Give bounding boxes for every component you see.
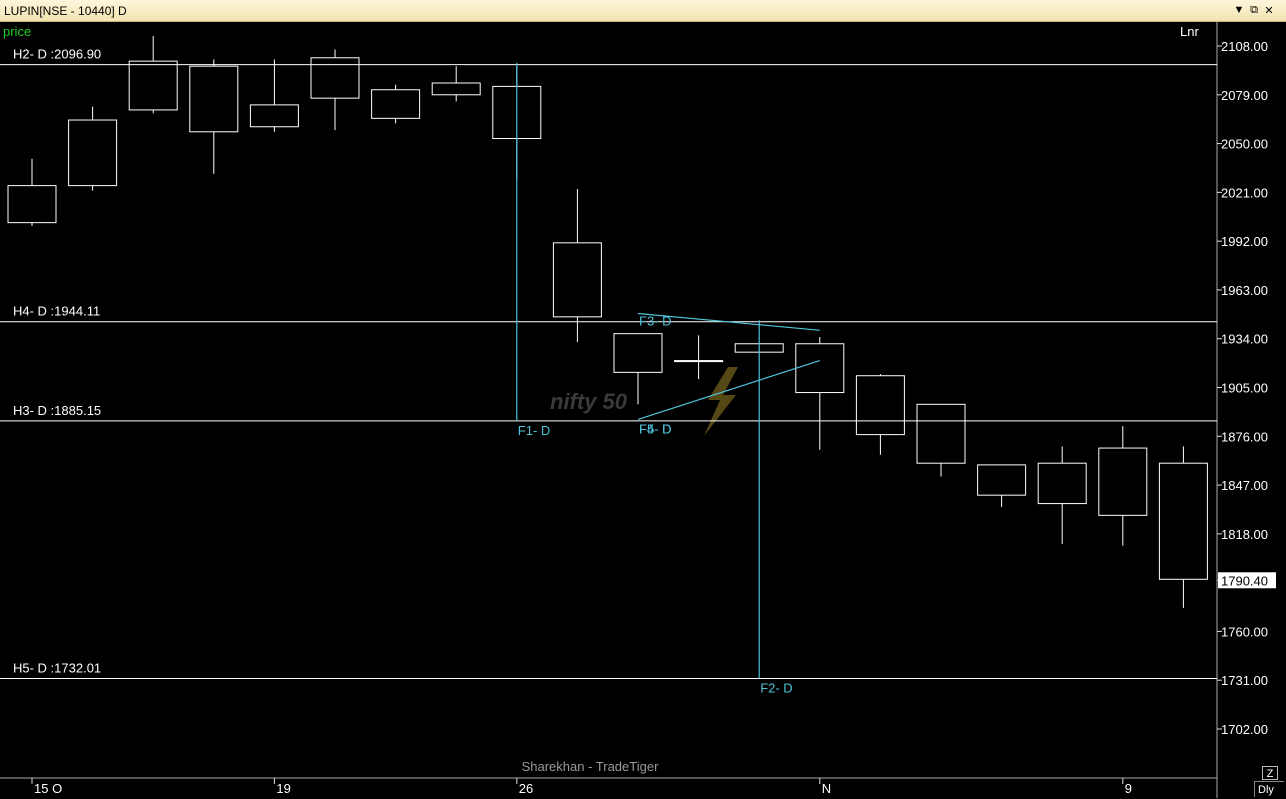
candle-body bbox=[855, 375, 905, 436]
y-tick-label: 1790.40 bbox=[1221, 573, 1268, 588]
y-tick-label: 1847.00 bbox=[1221, 478, 1268, 493]
horizontal-level-label: H2- D :2096.90 bbox=[13, 47, 101, 62]
series-label: price bbox=[3, 24, 32, 39]
window-title: LUPIN[NSE - 10440] D bbox=[4, 4, 127, 18]
y-tick-label: 1702.00 bbox=[1221, 722, 1268, 737]
lightning-icon bbox=[704, 367, 738, 436]
candle-body bbox=[310, 57, 360, 99]
y-tick-label: 1963.00 bbox=[1221, 283, 1268, 298]
candle-body bbox=[977, 464, 1027, 496]
candle-body bbox=[795, 343, 845, 394]
x-tick-label: 19 bbox=[276, 781, 290, 796]
x-tick-label: 15 O bbox=[34, 781, 62, 796]
horizontal-level-label: H3- D :1885.15 bbox=[13, 403, 101, 418]
period-button[interactable]: Dly bbox=[1254, 781, 1284, 797]
zoom-button[interactable]: Z bbox=[1262, 766, 1278, 780]
candle-body bbox=[613, 333, 663, 373]
horizontal-level-label: H4- D :1944.11 bbox=[13, 304, 100, 319]
y-tick-label: 1731.00 bbox=[1221, 673, 1268, 688]
candle-body bbox=[68, 119, 118, 187]
horizontal-level-label: H5- D :1732.01 bbox=[13, 661, 101, 676]
watermark-text: nifty 50 bbox=[550, 389, 628, 414]
trendline-point-label: F5- D bbox=[639, 421, 672, 436]
chevron-down-icon[interactable]: ▼ bbox=[1233, 4, 1245, 16]
candle-body bbox=[1037, 462, 1087, 505]
candle-body bbox=[189, 65, 239, 133]
y-tick-label: 1992.00 bbox=[1221, 234, 1268, 249]
vertical-marker-label: F1- D bbox=[518, 423, 551, 438]
y-tick-label: 2079.00 bbox=[1221, 88, 1268, 103]
price-chart[interactable]: 2108.00 2079.00 2050.00 2021.00 1992.00 1963.… bbox=[0, 22, 1286, 799]
y-tick-label: 2021.00 bbox=[1221, 185, 1268, 200]
candle-body bbox=[916, 403, 966, 464]
candle-body bbox=[1098, 447, 1148, 516]
y-tick-label: 1760.00 bbox=[1221, 624, 1268, 639]
footer-brand: Sharekhan - TradeTiger bbox=[522, 759, 659, 774]
restore-window-icon[interactable]: ⧉ bbox=[1248, 4, 1260, 17]
candle-body bbox=[371, 89, 421, 119]
candle-body bbox=[7, 185, 57, 224]
candle-body bbox=[674, 360, 724, 363]
vertical-marker-label: F2- D bbox=[760, 681, 793, 696]
candle-body bbox=[249, 104, 299, 128]
candle-body bbox=[431, 82, 481, 96]
x-tick-label: N bbox=[822, 781, 831, 796]
y-tick-label: 1934.00 bbox=[1221, 332, 1268, 347]
window-title-bar: LUPIN[NSE - 10440] D ▼ ⧉ ✕ bbox=[0, 0, 1286, 22]
y-tick-label: 1876.00 bbox=[1221, 429, 1268, 444]
y-tick-label: 2108.00 bbox=[1221, 39, 1268, 54]
scale-mode-label[interactable]: Lnr bbox=[1180, 24, 1199, 39]
y-tick-label: 1905.00 bbox=[1221, 381, 1268, 396]
x-tick-label: 26 bbox=[519, 781, 533, 796]
y-tick-label: 2050.00 bbox=[1221, 137, 1268, 152]
x-tick-label: 9 bbox=[1125, 781, 1132, 796]
y-tick-label: 1818.00 bbox=[1221, 527, 1268, 542]
trendline-point-label: F3- D bbox=[639, 313, 672, 328]
candle-body bbox=[128, 60, 178, 111]
candle-body bbox=[1158, 462, 1208, 580]
candle-body bbox=[552, 242, 602, 318]
close-icon[interactable]: ✕ bbox=[1263, 4, 1275, 17]
